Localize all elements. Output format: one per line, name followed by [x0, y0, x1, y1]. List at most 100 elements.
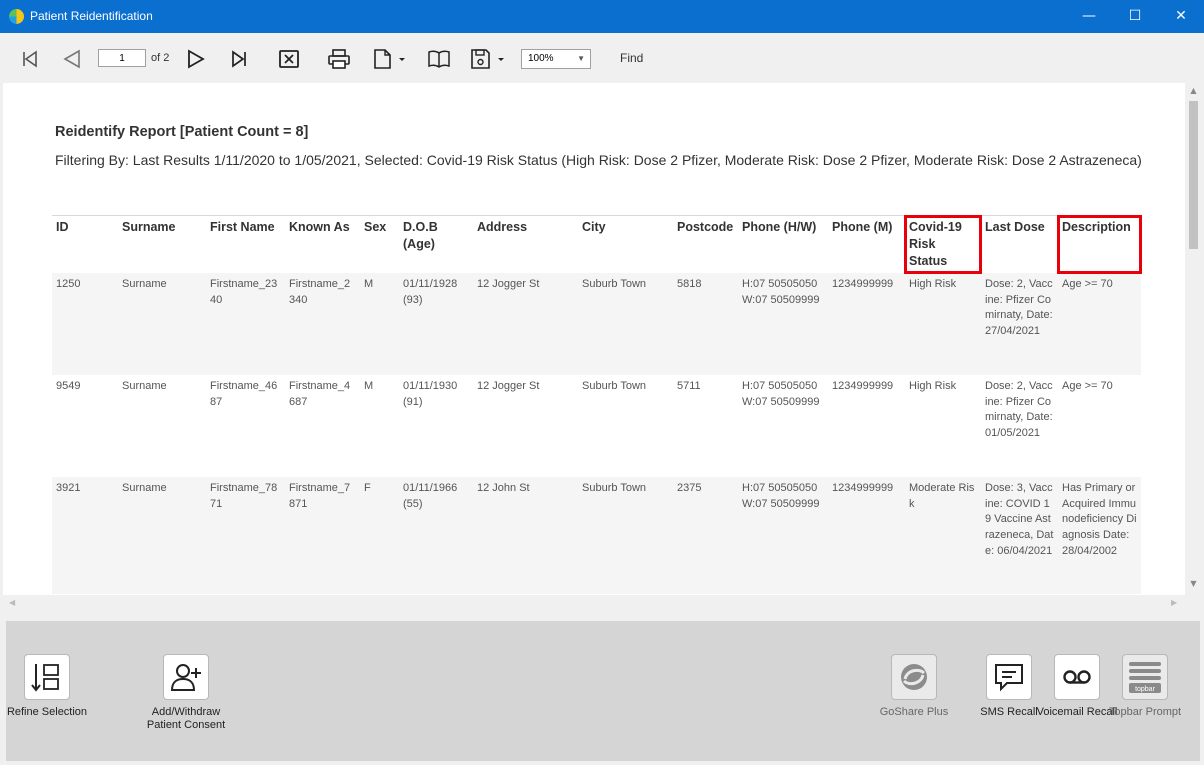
window-body: 1 of 2 100% ▼ Find Reidentify Report [Pa…	[1, 33, 1203, 764]
zoom-value: 100%	[528, 53, 554, 64]
table-cell: 1250	[52, 273, 118, 375]
footer-action-bar: Refine Selection Add/Withdraw Patient Co…	[6, 621, 1200, 761]
next-page-button[interactable]	[183, 46, 209, 72]
vertical-scrollbar[interactable]: ▲ ▼	[1185, 83, 1202, 595]
column-header: Sex	[364, 220, 387, 234]
first-page-icon	[23, 50, 37, 68]
table-cell: 5711	[673, 375, 738, 477]
title-bar: Patient Reidentification — ☐ ✕	[0, 0, 1204, 33]
table-cell: Suburb Town	[578, 477, 673, 594]
save-button[interactable]	[469, 46, 507, 72]
table-cell: H:07 50505050 W:07 50509999	[738, 273, 828, 375]
table-row: 3921 Surname Firstname_7871 Firstname_7871 F…	[52, 477, 1141, 594]
table-cell: Suburb Town	[578, 273, 673, 375]
goshare-plus-label: GoShare Plus	[879, 706, 949, 718]
table-cell: Surname	[118, 273, 206, 375]
table-cell: Moderate Risk	[905, 477, 981, 594]
table-cell: M	[360, 375, 399, 477]
column-header: Last Dose	[985, 220, 1045, 234]
column-header-highlighted: Description	[1057, 214, 1142, 274]
print-button[interactable]	[326, 46, 352, 72]
table-row: 1250 Surname Firstname_2340 Firstname_2340 M…	[52, 273, 1141, 375]
table-cell: Firstname_4687	[285, 375, 360, 477]
column-header: Phone (H/W)	[742, 220, 817, 234]
table-cell: H:07 50505050 W:07 50509999	[738, 375, 828, 477]
table-row: 9549 Surname Firstname_4687 Firstname_4687 M…	[52, 375, 1141, 477]
previous-page-button[interactable]	[59, 46, 85, 72]
scroll-left-icon[interactable]: ◀	[9, 598, 15, 607]
table-cell: 1234999999	[828, 375, 905, 477]
scroll-right-icon[interactable]: ▶	[1171, 598, 1177, 607]
topbar-prompt-label: Topbar Prompt	[1108, 706, 1182, 718]
table-cell: 5818	[673, 273, 738, 375]
column-header: Known As	[289, 220, 350, 234]
page-number-input[interactable]: 1	[98, 49, 146, 67]
table-cell: Surname	[118, 375, 206, 477]
page-count-label: of 2	[151, 52, 170, 64]
previous-page-icon	[63, 49, 80, 69]
table-cell: Firstname_2340	[285, 273, 360, 375]
refine-selection-label: Refine Selection	[6, 706, 88, 718]
table-cell: 12 John St	[473, 477, 578, 594]
add-withdraw-consent-button[interactable]: Add/Withdraw Patient Consent	[141, 654, 231, 732]
report-toolbar: 1 of 2 100% ▼ Find	[1, 33, 1203, 83]
table-cell: 01/11/1966 (55)	[399, 477, 473, 594]
find-button[interactable]: Find	[620, 51, 643, 65]
sms-message-icon	[986, 654, 1032, 700]
table-cell: 9549	[52, 375, 118, 477]
scroll-down-icon[interactable]: ▼	[1185, 579, 1202, 588]
table-cell: F	[360, 477, 399, 594]
app-logo-icon	[9, 9, 24, 24]
table-cell: 12 Jogger St	[473, 273, 578, 375]
table-cell: High Risk	[905, 273, 981, 375]
scroll-up-icon[interactable]: ▲	[1185, 86, 1202, 95]
table-cell: 1234999999	[828, 273, 905, 375]
export-button[interactable]	[370, 46, 408, 72]
report-table: ID Surname First Name Known As Sex D.O.B…	[52, 214, 1142, 595]
refine-selection-button[interactable]: Refine Selection	[2, 654, 92, 719]
printer-icon	[328, 49, 350, 69]
column-header: ID	[56, 220, 69, 234]
column-header: City	[582, 220, 606, 234]
close-window-button[interactable]: ✕	[1158, 0, 1204, 33]
maximize-button[interactable]: ☐	[1112, 0, 1158, 33]
table-cell: Firstname_4687	[206, 375, 285, 477]
table-cell: M	[360, 273, 399, 375]
topbar-prompt-button[interactable]: topbar Topbar Prompt	[1100, 654, 1190, 719]
book-view-button[interactable]	[426, 46, 452, 72]
first-page-button[interactable]	[17, 46, 43, 72]
chevron-down-icon: ▼	[577, 54, 585, 63]
column-header: Surname	[122, 220, 176, 234]
table-cell: Age >= 70	[1058, 375, 1141, 477]
last-page-icon	[232, 50, 246, 68]
horizontal-scrollbar[interactable]: ◀ ▶	[3, 595, 1185, 612]
window-title: Patient Reidentification	[30, 9, 153, 23]
column-header-highlighted: Covid-19 Risk Status	[904, 214, 982, 274]
report-viewer: Reidentify Report [Patient Count = 8] Fi…	[3, 83, 1185, 595]
close-report-button[interactable]	[276, 46, 302, 72]
table-cell: 12 Jogger St	[473, 375, 578, 477]
topbar-icon-text: topbar	[1135, 686, 1156, 693]
column-header: Phone (M)	[832, 220, 893, 234]
table-cell: Suburb Town	[578, 375, 673, 477]
column-header: Address	[477, 220, 528, 234]
minimize-button[interactable]: —	[1066, 0, 1112, 33]
report-title: Reidentify Report [Patient Count = 8]	[55, 124, 309, 140]
table-cell: 2375	[673, 477, 738, 594]
add-user-icon	[163, 654, 209, 700]
column-header: Postcode	[677, 220, 734, 234]
goshare-plus-button[interactable]: GoShare Plus	[869, 654, 959, 719]
table-cell: Age >= 70	[1058, 273, 1141, 375]
zoom-select[interactable]: 100% ▼	[521, 49, 591, 69]
table-cell: Dose: 2, Vaccine: Pfizer Comirnaty, Date…	[981, 273, 1058, 375]
table-cell: 01/11/1930 (91)	[399, 375, 473, 477]
table-cell: Firstname_7871	[285, 477, 360, 594]
report-filter-description: Filtering By: Last Results 1/11/2020 to …	[55, 152, 1142, 168]
last-page-button[interactable]	[226, 46, 252, 72]
scroll-thumb[interactable]	[1189, 101, 1198, 249]
save-dropdown-icon	[471, 49, 504, 69]
document-dropdown-icon	[374, 49, 405, 69]
table-cell: Surname	[118, 477, 206, 594]
table-cell: Dose: 3, Vaccine: COVID 19 Vaccine Astra…	[981, 477, 1058, 594]
add-withdraw-consent-label: Add/Withdraw Patient Consent	[146, 706, 226, 731]
